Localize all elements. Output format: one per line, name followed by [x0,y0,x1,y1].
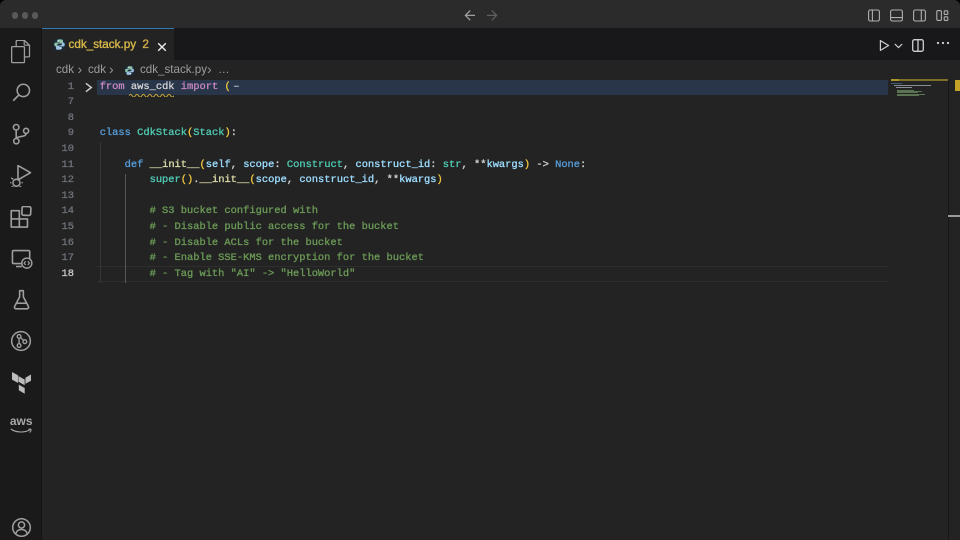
svg-text:aws: aws [10,414,33,428]
